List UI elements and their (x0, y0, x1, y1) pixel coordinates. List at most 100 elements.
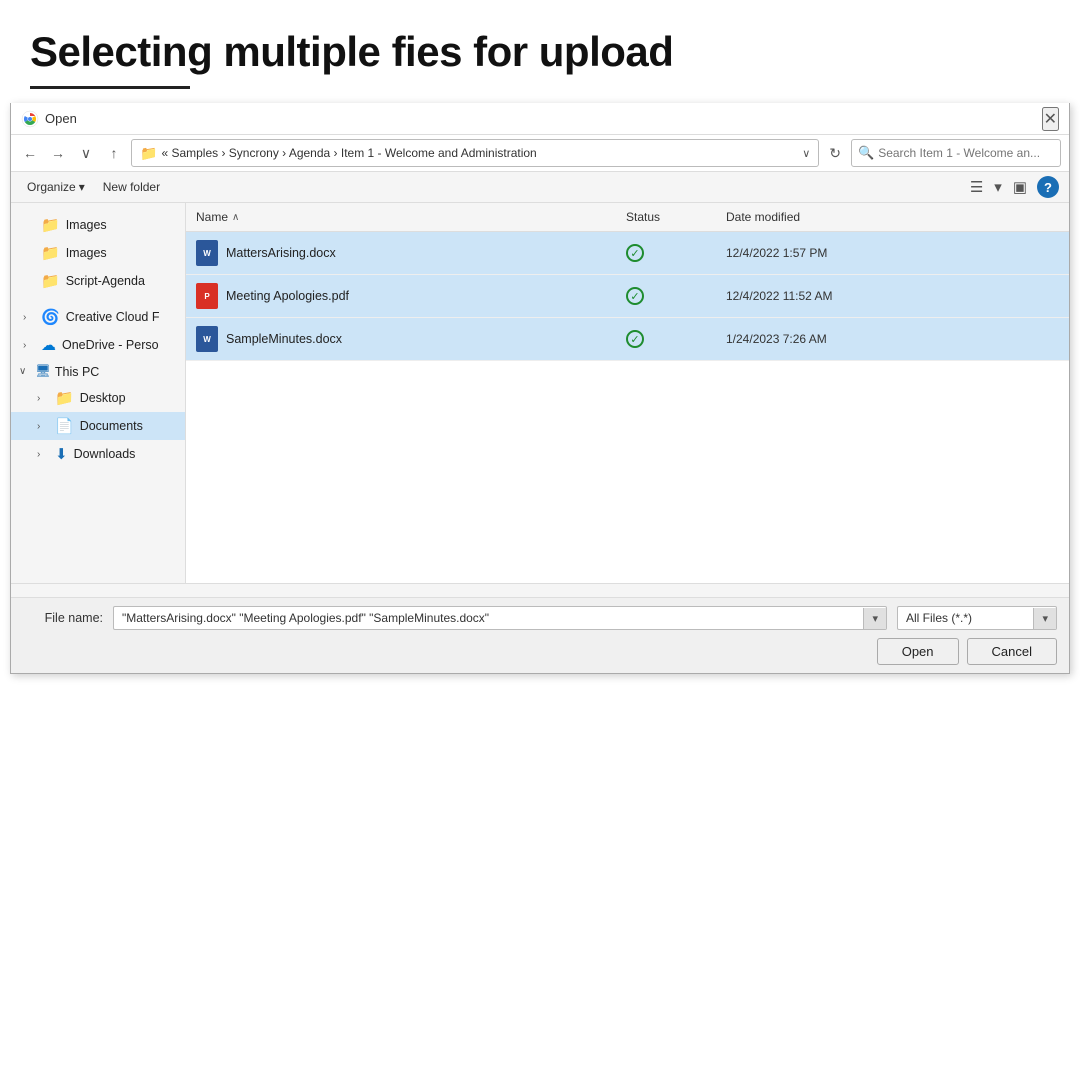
expand-arrow-cc: › (23, 312, 35, 323)
sort-arrow-icon: ∧ (232, 212, 239, 223)
action-row: Open Cancel (23, 638, 1057, 665)
organize-button[interactable]: Organize ▾ (21, 177, 91, 197)
sidebar-label-pc: This PC (55, 365, 99, 379)
address-row: ← → ∨ ↑ 📁 « Samples › Syncrony › Agenda … (11, 135, 1069, 172)
col-header-status[interactable]: Status (616, 207, 716, 227)
file-name-cell-minutes: W SampleMinutes.docx (186, 318, 616, 360)
file-row-meeting-apologies[interactable]: P Meeting Apologies.pdf ✓ 12/4/2022 11:5… (186, 275, 1069, 318)
file-name-apologies: Meeting Apologies.pdf (226, 289, 349, 303)
sidebar-item-desktop[interactable]: › 📁 Desktop (11, 384, 185, 412)
nav-back-button[interactable]: ← (19, 143, 41, 163)
file-date-apologies: 12/4/2022 11:52 AM (716, 281, 1069, 311)
col-header-name[interactable]: Name ∧ (186, 207, 616, 227)
nav-forward-button[interactable]: → (47, 143, 69, 163)
file-name-cell-matters: W MattersArising.docx (186, 232, 616, 274)
search-box: 🔍 (851, 139, 1061, 167)
filetype-label: All Files (*.*) (898, 607, 1033, 629)
filename-input-wrapper: ▾ (113, 606, 887, 630)
sidebar-item-onedrive[interactable]: › ☁ OneDrive - Perso (11, 331, 185, 359)
title-underline (30, 86, 190, 89)
cancel-button[interactable]: Cancel (967, 638, 1057, 665)
expand-arrow-pc: ∨ (19, 366, 31, 377)
file-status-apologies: ✓ (616, 279, 716, 313)
dialog-title-text: Open (45, 111, 77, 126)
sidebar-item-creative-cloud[interactable]: › 🌀 Creative Cloud F (11, 303, 185, 331)
file-date-minutes: 1/24/2023 7:26 AM (716, 324, 1069, 354)
content-area: 📁 Images 📁 Images 📁 Script-Agenda › 🌀 Cr… (11, 203, 1069, 583)
file-status-minutes: ✓ (616, 322, 716, 356)
address-folder-icon: 📁 (140, 145, 157, 162)
search-input[interactable] (878, 146, 1054, 160)
sidebar-item-documents[interactable]: › 📄 Documents (11, 412, 185, 440)
chrome-icon (21, 110, 39, 128)
address-refresh-button[interactable]: ↻ (825, 143, 845, 164)
bottom-bar: File name: ▾ All Files (*.*) ▾ Open Canc… (11, 597, 1069, 673)
help-button[interactable]: ? (1037, 176, 1059, 198)
sidebar-label-od: OneDrive - Perso (62, 338, 159, 352)
filename-label: File name: (23, 611, 103, 625)
organize-label: Organize (27, 180, 76, 194)
new-folder-label: New folder (103, 180, 160, 194)
sync-check-apologies: ✓ (626, 287, 644, 305)
sidebar-label-images2: Images (66, 246, 107, 260)
expand-arrow-desktop: › (37, 393, 49, 404)
new-folder-button[interactable]: New folder (97, 177, 166, 197)
view-list-button[interactable]: ☰ (966, 176, 987, 198)
open-button[interactable]: Open (877, 638, 959, 665)
folder-icon-docs: 📄 (55, 417, 74, 435)
nav-up-button[interactable]: ↑ (103, 143, 125, 163)
view-dropdown-button[interactable]: ▾ (990, 176, 1006, 198)
expand-arrow-od: › (23, 340, 35, 351)
file-list-header: Name ∧ Status Date modified (186, 203, 1069, 232)
view-pane-button[interactable]: ▣ (1009, 176, 1031, 198)
sync-check-matters: ✓ (626, 244, 644, 262)
dialog-close-button[interactable]: ✕ (1042, 107, 1059, 131)
folder-icon-od: ☁ (41, 336, 56, 354)
filename-dropdown-button[interactable]: ▾ (863, 608, 886, 629)
sidebar: 📁 Images 📁 Images 📁 Script-Agenda › 🌀 Cr… (11, 203, 186, 583)
toolbar-row: Organize ▾ New folder ☰ ▾ ▣ ? (11, 172, 1069, 203)
folder-icon-script: 📁 (41, 272, 60, 290)
view-buttons: ☰ ▾ ▣ (966, 176, 1031, 198)
filename-row: File name: ▾ All Files (*.*) ▾ (23, 606, 1057, 630)
expand-arrow-dl: › (37, 449, 49, 460)
expand-arrow-docs: › (37, 421, 49, 432)
sidebar-label-script: Script-Agenda (66, 274, 145, 288)
sidebar-label-docs: Documents (80, 419, 143, 433)
address-dropdown-button[interactable]: ∨ (802, 147, 810, 160)
filetype-wrapper: All Files (*.*) ▾ (897, 606, 1057, 630)
address-breadcrumb: « Samples › Syncrony › Agenda › Item 1 -… (161, 146, 798, 160)
filename-input[interactable] (114, 607, 863, 629)
sidebar-item-script-agenda[interactable]: 📁 Script-Agenda (11, 267, 185, 295)
file-status-matters: ✓ (616, 236, 716, 270)
address-bar[interactable]: 📁 « Samples › Syncrony › Agenda › Item 1… (131, 139, 819, 167)
sidebar-item-images2[interactable]: 📁 Images (11, 239, 185, 267)
sync-check-minutes: ✓ (626, 330, 644, 348)
pdf-icon-apologies: P (196, 283, 218, 309)
nav-recent-button[interactable]: ∨ (75, 143, 97, 164)
sidebar-label-desktop: Desktop (80, 391, 126, 405)
docx-icon-matters: W (196, 240, 218, 266)
folder-icon-pc: 🖥 (35, 364, 51, 379)
filetype-dropdown-button[interactable]: ▾ (1033, 608, 1056, 629)
file-name-minutes: SampleMinutes.docx (226, 332, 342, 346)
sidebar-item-this-pc[interactable]: ∨ 🖥 This PC (11, 359, 185, 384)
folder-icon-dl: ⬇ (55, 445, 68, 463)
file-list: Name ∧ Status Date modified W MattersAri… (186, 203, 1069, 583)
open-file-dialog: Open ✕ ← → ∨ ↑ 📁 « Samples › Syncrony › … (10, 103, 1070, 674)
file-name-cell-apologies: P Meeting Apologies.pdf (186, 275, 616, 317)
folder-icon-images2: 📁 (41, 244, 60, 262)
sidebar-item-images1[interactable]: 📁 Images (11, 211, 185, 239)
file-row-sample-minutes[interactable]: W SampleMinutes.docx ✓ 1/24/2023 7:26 AM (186, 318, 1069, 361)
sidebar-item-downloads[interactable]: › ⬇ Downloads (11, 440, 185, 468)
organize-arrow-icon: ▾ (79, 180, 85, 194)
sidebar-label-images1: Images (66, 218, 107, 232)
dialog-title-bar: Open ✕ (11, 103, 1069, 135)
col-header-date[interactable]: Date modified (716, 207, 1069, 227)
horizontal-scrollbar[interactable] (11, 583, 1069, 597)
file-row-matters-arising[interactable]: W MattersArising.docx ✓ 12/4/2022 1:57 P… (186, 232, 1069, 275)
file-name-matters: MattersArising.docx (226, 246, 336, 260)
docx-icon-minutes: W (196, 326, 218, 352)
file-date-matters: 12/4/2022 1:57 PM (716, 238, 1069, 268)
folder-icon-desktop: 📁 (55, 389, 74, 407)
